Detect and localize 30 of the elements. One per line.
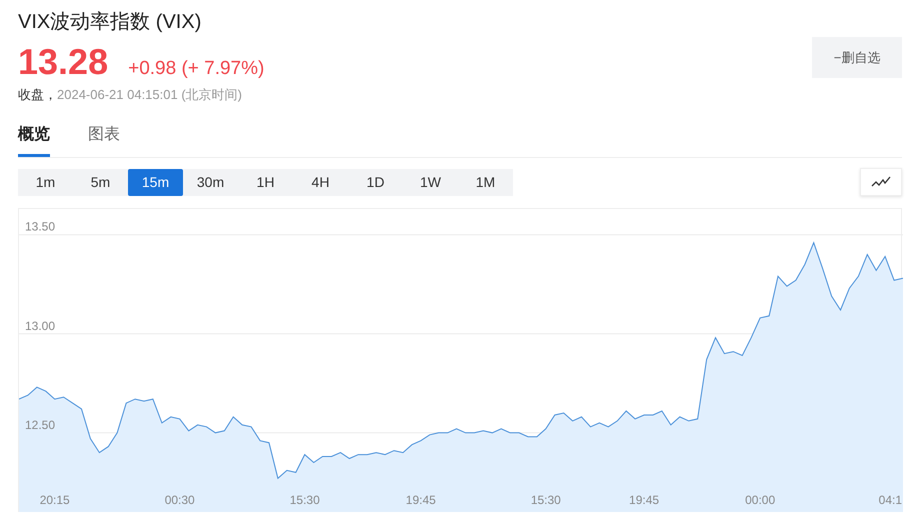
page-title: VIX波动率指数 (VIX) xyxy=(18,10,202,35)
period-button[interactable]: 30m xyxy=(183,168,238,196)
x-axis-label: 00:30 xyxy=(164,493,195,507)
tab[interactable]: 概览 xyxy=(18,124,50,157)
x-axis-label: 19:45 xyxy=(629,493,660,507)
y-axis-label: 13.00 xyxy=(25,318,56,333)
x-axis-label: 15:30 xyxy=(290,493,320,507)
price-change: +0.98 (+ 7.97%) xyxy=(128,58,264,80)
x-axis-label: 15:30 xyxy=(530,493,561,507)
period-button[interactable]: 1W xyxy=(403,168,458,196)
period-button[interactable]: 1M xyxy=(458,168,513,196)
period-button[interactable]: 15m xyxy=(128,168,183,196)
x-axis-label: 19:45 xyxy=(406,493,436,507)
period-button[interactable]: 1m xyxy=(18,168,73,196)
y-axis-label: 13.50 xyxy=(25,220,56,234)
remove-watchlist-button[interactable]: −删自选 xyxy=(812,37,902,78)
price-value: 13.28 xyxy=(18,42,108,82)
period-button[interactable]: 5m xyxy=(73,168,128,196)
period-button[interactable]: 1D xyxy=(348,168,403,196)
chart-type-button[interactable] xyxy=(860,168,902,196)
x-axis-label: 04:1 xyxy=(878,493,902,507)
tab[interactable]: 图表 xyxy=(88,124,120,157)
quote-time: 2024-06-21 04:15:01 (北京时间) xyxy=(57,87,242,102)
line-chart-icon xyxy=(871,176,891,188)
x-axis-label: 20:15 xyxy=(40,493,70,507)
market-status: 收盘， xyxy=(18,87,57,102)
y-axis-label: 12.50 xyxy=(25,418,56,432)
x-axis-label: 00:00 xyxy=(745,493,776,507)
period-button[interactable]: 4H xyxy=(293,168,348,196)
period-button[interactable]: 1H xyxy=(238,168,293,196)
